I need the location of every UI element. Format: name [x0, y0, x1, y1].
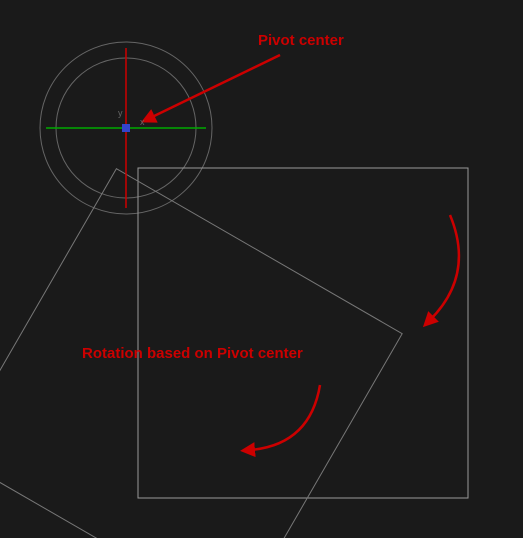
diagram-canvas: Pivot center Rotation based on Pivot cen…	[0, 0, 523, 538]
rotation-note-label: Rotation based on Pivot center	[82, 345, 303, 362]
square-original	[138, 168, 468, 498]
pivot-center-label: Pivot center	[258, 32, 344, 49]
rotation-arrow-lower	[250, 385, 320, 450]
axis-x-label: x	[140, 117, 145, 127]
axis-y-label: y	[118, 108, 123, 118]
rotation-arrow-right	[430, 215, 459, 320]
z-axis-marker	[122, 124, 130, 132]
diagram-svg	[0, 0, 523, 538]
pivot-pointer-arrow	[150, 55, 280, 118]
